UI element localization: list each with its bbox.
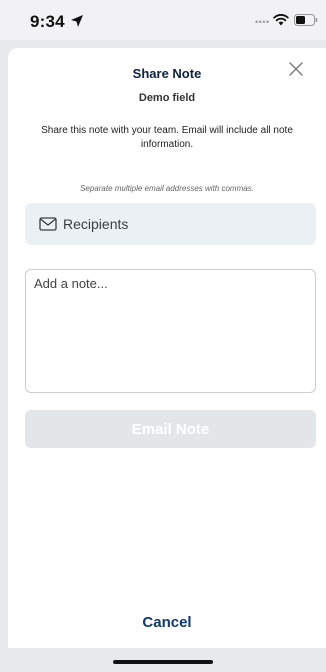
email-note-button[interactable]: Email Note <box>25 410 316 448</box>
home-indicator <box>113 660 213 664</box>
note-textarea[interactable] <box>25 269 316 393</box>
location-arrow-icon <box>71 15 83 27</box>
status-bar: 9:34 •••• <box>0 0 326 40</box>
recipients-field[interactable] <box>25 203 316 245</box>
share-description: Share this note with your team. Email wi… <box>41 125 293 150</box>
wifi-icon <box>273 14 289 26</box>
sheet-title: Share Note <box>132 66 202 81</box>
battery-icon <box>294 14 318 26</box>
sheet-subtitle: Demo field <box>138 92 196 104</box>
status-time: 9:34 <box>30 12 65 31</box>
email-hint: Separate multiple email addresses with c… <box>80 184 254 193</box>
signal-dots: •••• <box>255 17 270 27</box>
recipients-input[interactable] <box>63 203 303 245</box>
cancel-button[interactable]: Cancel <box>8 614 326 631</box>
mail-icon <box>39 217 57 231</box>
